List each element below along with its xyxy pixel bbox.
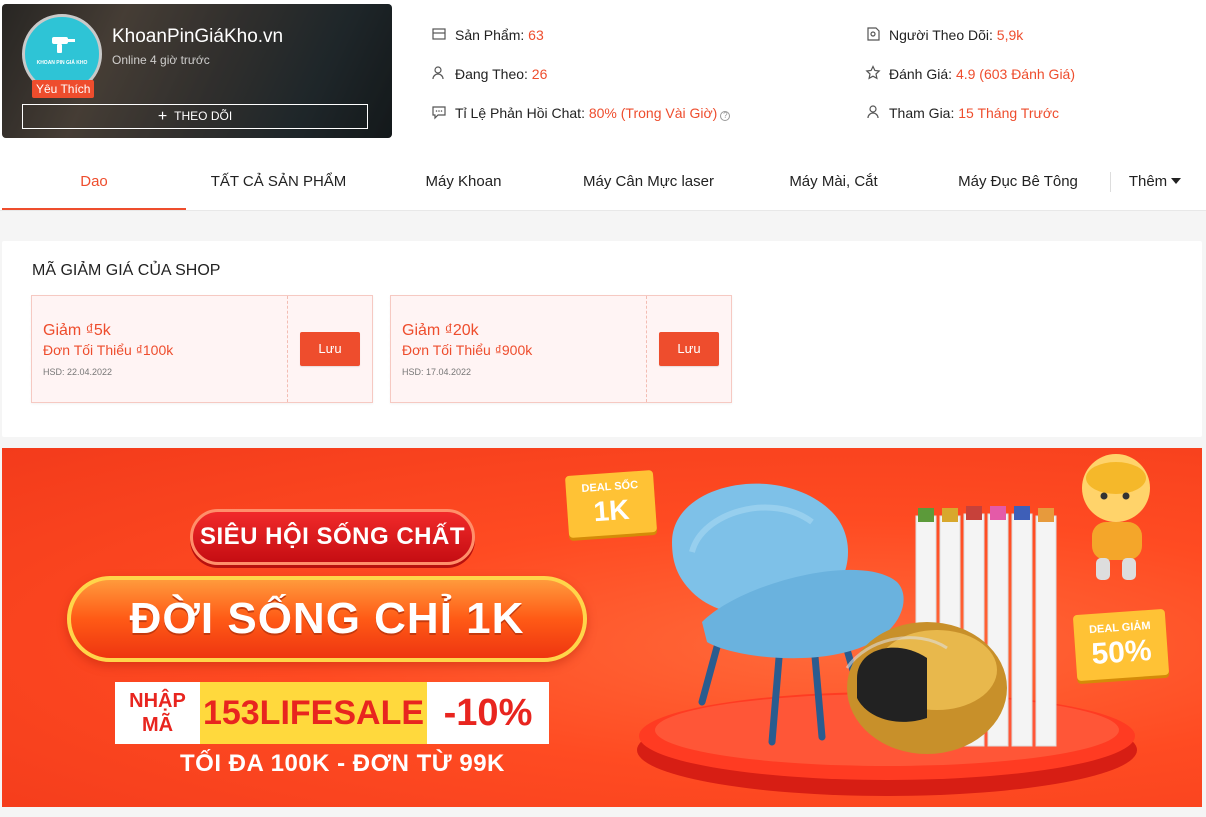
- voucher-expiry: HSD: 17.04.2022: [402, 367, 472, 377]
- stat-following-value: 26: [531, 66, 548, 82]
- save-voucher-button[interactable]: Lưu: [300, 332, 360, 366]
- stat-chat: Tỉ Lệ Phản Hồi Chat: 80% (Trong Vài Giờ)…: [431, 104, 731, 121]
- banner-headline-pill: SIÊU HỘI SỐNG CHẤT: [190, 509, 475, 565]
- tab-more[interactable]: Thêm: [1112, 150, 1198, 210]
- user-plus-icon: [432, 66, 444, 80]
- drill-icon: [52, 37, 75, 53]
- stat-followers-label: Người Theo Dõi:: [889, 27, 993, 43]
- voucher-amount: Giảm ₫20k: [402, 322, 479, 339]
- shop-nav-tabs: Dao TẤT CẢ SẢN PHẨM Máy Khoan Máy Cân Mự…: [0, 150, 1206, 211]
- follow-label: THEO DÕI: [174, 109, 233, 123]
- tab-all-products[interactable]: TẤT CẢ SẢN PHẨM: [186, 150, 371, 210]
- deal-50-value: 50%: [1090, 633, 1153, 672]
- deal-1k-sticker: DEAL SỐC 1K: [564, 470, 658, 538]
- avatar-logo-text: KHOAN PIN GIÁ KHO: [36, 60, 88, 66]
- mascot-image: [1082, 454, 1150, 580]
- promo-discount: -10%: [427, 682, 549, 744]
- shop-card: KHOAN PIN GIÁ KHO Yêu Thích KhoanPinGiáK…: [2, 4, 392, 138]
- stat-joined-label: Tham Gia:: [889, 105, 955, 121]
- tab-may-can-muc-laser[interactable]: Máy Cân Mực laser: [556, 150, 741, 210]
- tab-more-label: Thêm: [1128, 173, 1168, 190]
- shop-vouchers: MÃ GIẢM GIÁ CỦA SHOP Giảm ₫5k Đơn Tối Th…: [2, 241, 1202, 437]
- tab-dao[interactable]: Dao: [2, 150, 186, 210]
- shop-name: KhoanPinGiáKho.vn: [112, 26, 284, 47]
- promo-banner[interactable]: SIÊU HỘI SỐNG CHẤT ĐỜI SỐNG CHỈ 1K NHẬP …: [2, 448, 1202, 807]
- stat-products-label: Sản Phẩm:: [455, 27, 525, 43]
- voucher-min-order: Đơn Tối Thiểu ₫100k: [43, 342, 174, 358]
- store-icon: [432, 28, 446, 40]
- follow-button[interactable]: + THEO DÕI: [22, 104, 368, 129]
- stat-joined: Tham Gia: 15 Tháng Trước: [865, 104, 1059, 121]
- helmet-image: [845, 622, 1007, 754]
- caret-down-icon: [1171, 178, 1182, 184]
- chat-icon: [432, 106, 446, 120]
- tab-may-mai-cat[interactable]: Máy Mài, Cắt: [741, 150, 926, 210]
- stat-chat-label: Tỉ Lệ Phản Hồi Chat:: [455, 105, 585, 121]
- tab-may-khoan[interactable]: Máy Khoan: [371, 150, 556, 210]
- stat-rating-value: 4.9 (603 Đánh Giá): [955, 66, 1076, 82]
- deal-1k-value: 1K: [592, 493, 631, 528]
- stat-followers: Người Theo Dõi: 5,9k: [865, 26, 1023, 43]
- promo-code: 153LIFESALE: [200, 682, 427, 744]
- vouchers-title: MÃ GIẢM GIÁ CỦA SHOP: [32, 262, 221, 279]
- user-icon: [867, 105, 879, 119]
- stat-following: Đang Theo: 26: [431, 65, 547, 82]
- voucher-info: Giảm ₫5k Đơn Tối Thiểu ₫100k HSD: 22.04.…: [32, 296, 288, 402]
- stat-rating-label: Đánh Giá:: [889, 66, 953, 82]
- voucher-expiry: HSD: 22.04.2022: [43, 367, 113, 377]
- stat-followers-value: 5,9k: [996, 27, 1024, 43]
- deal-50-sticker: DEAL GIẢM 50%: [1072, 608, 1170, 682]
- stat-products-value: 63: [528, 27, 544, 43]
- voucher-card: Giảm ₫20k Đơn Tối Thiểu ₫900k HSD: 17.04…: [387, 295, 732, 403]
- stat-products: Sản Phẩm: 63: [431, 26, 544, 43]
- stat-joined-value: 15 Tháng Trước: [958, 105, 1060, 121]
- favorite-badge: Yêu Thích: [32, 80, 95, 98]
- promo-terms: TỐI ĐA 100K - ĐƠN TỪ 99K: [180, 750, 505, 777]
- stat-following-label: Đang Theo:: [455, 66, 528, 82]
- shop-header: KHOAN PIN GIÁ KHO Yêu Thích KhoanPinGiáK…: [0, 0, 1206, 150]
- voucher-min-order: Đơn Tối Thiểu ₫900k: [402, 342, 533, 358]
- plus-icon: +: [157, 108, 168, 125]
- voucher-card: Giảm ₫5k Đơn Tối Thiểu ₫100k HSD: 22.04.…: [28, 295, 373, 403]
- voucher-info: Giảm ₫20k Đơn Tối Thiểu ₫900k HSD: 17.04…: [391, 296, 647, 402]
- banner-headline2: ĐỜI SỐNG CHỈ 1K: [129, 594, 525, 643]
- help-icon[interactable]: ?: [720, 111, 731, 121]
- star-icon: [865, 65, 881, 80]
- tab-divider: [1110, 172, 1111, 192]
- tab-may-duc-be-tong[interactable]: Máy Đục Bê Tông: [926, 150, 1110, 210]
- stat-rating: Đánh Giá: 4.9 (603 Đánh Giá): [865, 65, 1075, 82]
- voucher-amount: Giảm ₫5k: [43, 322, 111, 339]
- stat-chat-value: 80% (Trong Vài Giờ): [588, 105, 718, 121]
- banner-main-pill: ĐỜI SỐNG CHỈ 1K: [67, 576, 587, 662]
- enter-code-label: NHẬP MÃ: [115, 682, 200, 744]
- users-icon: [867, 27, 880, 41]
- banner-headline1: SIÊU HỘI SỐNG CHẤT: [199, 523, 466, 550]
- save-voucher-button[interactable]: Lưu: [659, 332, 719, 366]
- promo-code-box: NHẬP MÃ 153LIFESALE -10%: [115, 682, 549, 744]
- online-status: Online 4 giờ trước: [112, 53, 210, 67]
